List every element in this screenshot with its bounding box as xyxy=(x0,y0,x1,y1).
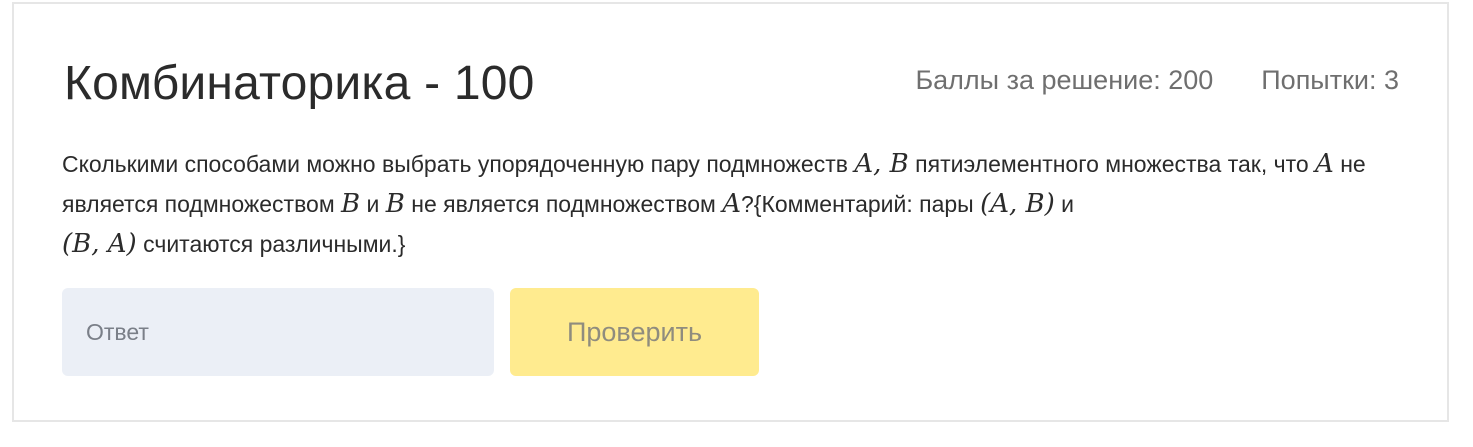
check-button[interactable]: Проверить xyxy=(510,288,759,376)
question-text: Сколькими способами можно выбрать упоряд… xyxy=(62,151,855,177)
problem-question: Сколькими способами можно выбрать упоряд… xyxy=(62,144,1407,264)
question-text: считаются различными.} xyxy=(136,231,406,257)
math-expression: A xyxy=(1315,149,1334,179)
question-text: ?{Комментарий: пары xyxy=(741,191,981,217)
attempts-label: Попытки: 3 xyxy=(1261,65,1399,95)
math-expression: (B, A) xyxy=(62,229,137,259)
math-expression: B xyxy=(385,189,405,219)
math-expression: A xyxy=(722,189,742,219)
question-text: и xyxy=(1054,191,1075,217)
math-expression: (A, B) xyxy=(980,189,1055,219)
question-text: не является подмножеством xyxy=(404,191,723,217)
problem-card: Комбинаторика - 100 Баллы за решение: 20… xyxy=(12,2,1449,422)
points-label: Баллы за решение: 200 xyxy=(915,65,1214,95)
question-text: и xyxy=(360,191,386,217)
answer-input[interactable] xyxy=(62,288,494,376)
problem-meta: Баллы за решение: 200 Попытки: 3 xyxy=(915,56,1399,98)
problem-header: Комбинаторика - 100 Баллы за решение: 20… xyxy=(64,56,1399,112)
question-text: пятиэлементного множества так, что xyxy=(908,151,1316,177)
problem-title: Комбинаторика - 100 xyxy=(64,57,535,110)
answer-row: Проверить xyxy=(62,288,759,376)
math-expression: B xyxy=(341,189,361,219)
math-expression: A, B xyxy=(854,149,909,179)
